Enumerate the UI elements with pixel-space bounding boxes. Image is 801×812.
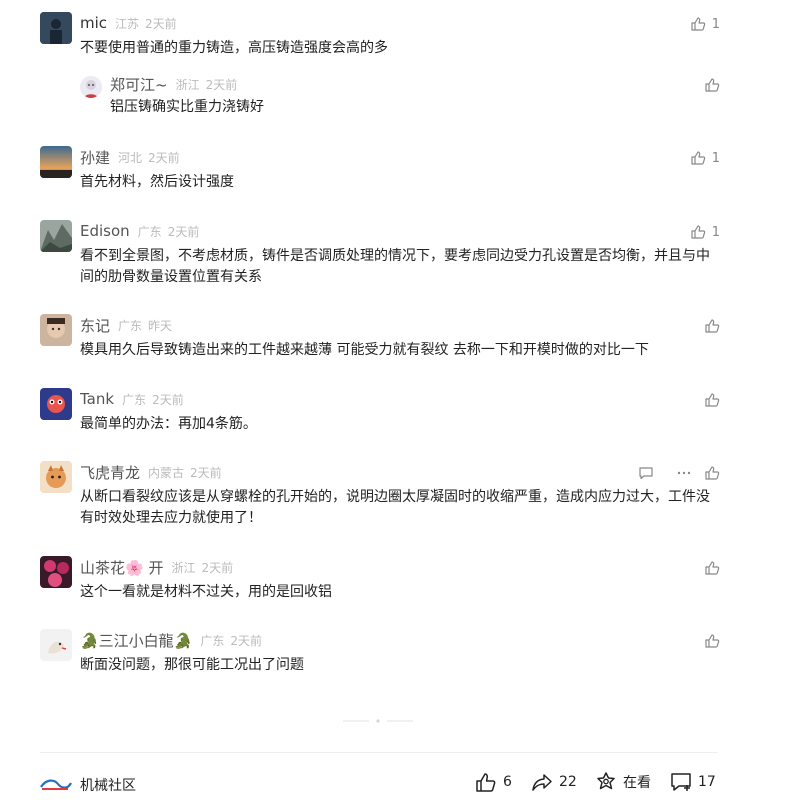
like-count: 1 <box>711 16 720 32</box>
comment-text: 模具用久后导致铸造出来的工件越来越薄 可能受力就有裂纹 去称一下和开模时做的对比… <box>80 342 649 358</box>
comment-location: 浙江 <box>171 560 196 575</box>
avatar[interactable] <box>40 12 72 44</box>
comment-location: 河北 <box>118 150 143 165</box>
like-count: 1 <box>711 224 720 240</box>
comment-text: 不要使用普通的重力铸造，高压铸造强度会高的多 <box>80 40 388 56</box>
comment-text: 首先材料，然后设计强度 <box>80 174 234 190</box>
avatar[interactable] <box>40 388 72 420</box>
comment-icon <box>671 773 691 791</box>
comment-author[interactable]: 郑可江~ <box>110 74 168 95</box>
thumbs-up-icon[interactable] <box>704 392 720 408</box>
comment-text: 从断口看裂纹应该是从穿螺栓的孔开始的，说明边圈太厚凝固时的收缩严重，造成内应力过… <box>80 489 710 526</box>
comment-time: 2天前 <box>152 392 184 407</box>
thumbs-up-icon <box>476 773 496 792</box>
comment-location: 内蒙古 <box>148 465 185 480</box>
comment-time: 2天前 <box>167 224 200 239</box>
share-icon <box>532 774 552 791</box>
comment-location: 广东 <box>137 224 162 239</box>
thumbs-up-icon[interactable] <box>704 465 720 481</box>
comment-text: 断面没问题，那很可能工况出了问题 <box>80 657 304 673</box>
thumbs-up-icon[interactable] <box>690 150 706 166</box>
comment-author[interactable]: Edison <box>80 222 130 240</box>
comment-author[interactable]: mic <box>80 14 107 32</box>
comment-button[interactable]: 17 <box>670 771 716 793</box>
comment-time: 2天前 <box>148 150 180 165</box>
like-count: 6 <box>503 774 512 790</box>
avatar[interactable] <box>80 76 102 98</box>
thumbs-up-icon[interactable] <box>704 633 720 649</box>
thumbs-up-icon[interactable] <box>704 318 720 334</box>
like-count: 1 <box>711 150 720 166</box>
comment-author[interactable]: 🐊三江小白龍🐊 <box>80 630 192 651</box>
watching-label: 在看 <box>623 775 651 791</box>
watching-button[interactable]: 在看 <box>595 771 651 793</box>
avatar[interactable] <box>40 314 72 346</box>
comment-text: 铝压铸确实比重力浇铸好 <box>110 99 264 115</box>
thumbs-up-icon[interactable] <box>704 560 720 576</box>
account-brand[interactable]: 机械社区 <box>40 775 136 795</box>
sparkle-icon <box>597 772 615 790</box>
comment-time: 2天前 <box>230 633 263 648</box>
comment-text: 这个一看就是材料不过关，用的是回收铝 <box>80 584 332 600</box>
avatar[interactable] <box>40 461 72 493</box>
comment-location: 浙江 <box>175 77 200 92</box>
comment-author[interactable]: 孙建 <box>80 147 110 168</box>
comment-count: 17 <box>698 774 716 790</box>
share-count: 22 <box>559 774 577 790</box>
list-end-divider <box>343 711 413 723</box>
article-footer: 机械社区 6 22 在看 17 <box>40 752 718 812</box>
comment-time: 2天前 <box>145 16 177 31</box>
comment-author[interactable]: 山茶花🌸 开 <box>80 557 163 578</box>
thumbs-up-icon[interactable] <box>704 77 720 93</box>
avatar[interactable] <box>40 629 72 661</box>
comment-text: 最简单的办法：再加4条筋。 <box>80 416 257 432</box>
thumbs-up-icon[interactable] <box>690 16 706 32</box>
comment-time: 2天前 <box>190 465 222 480</box>
avatar[interactable] <box>40 556 72 588</box>
comment-time: 2天前 <box>205 77 238 92</box>
comment-author[interactable]: 飞虎青龙 <box>80 462 140 483</box>
comment-location: 广东 <box>118 318 143 333</box>
brand-name: 机械社区 <box>80 778 136 794</box>
comment-time: 昨天 <box>148 318 173 333</box>
brand-logo-icon <box>40 777 72 793</box>
more-icon[interactable] <box>676 465 692 481</box>
comment-author[interactable]: Tank <box>80 390 114 408</box>
comment-text: 看不到全景图，不考虑材质，铸件是否调质处理的情况下，要考虑同边受力孔设置是否均衡… <box>80 248 710 285</box>
comment-location: 广东 <box>200 633 225 648</box>
like-button[interactable]: 6 <box>475 771 512 793</box>
share-button[interactable]: 22 <box>531 771 577 793</box>
avatar[interactable] <box>40 220 72 252</box>
comment-time: 2天前 <box>201 560 234 575</box>
avatar[interactable] <box>40 146 72 178</box>
reply-icon[interactable] <box>638 465 654 481</box>
comment-location: 江苏 <box>115 16 140 31</box>
comment-location: 广东 <box>122 392 147 407</box>
thumbs-up-icon[interactable] <box>690 224 706 240</box>
comment-author[interactable]: 东记 <box>80 315 110 336</box>
